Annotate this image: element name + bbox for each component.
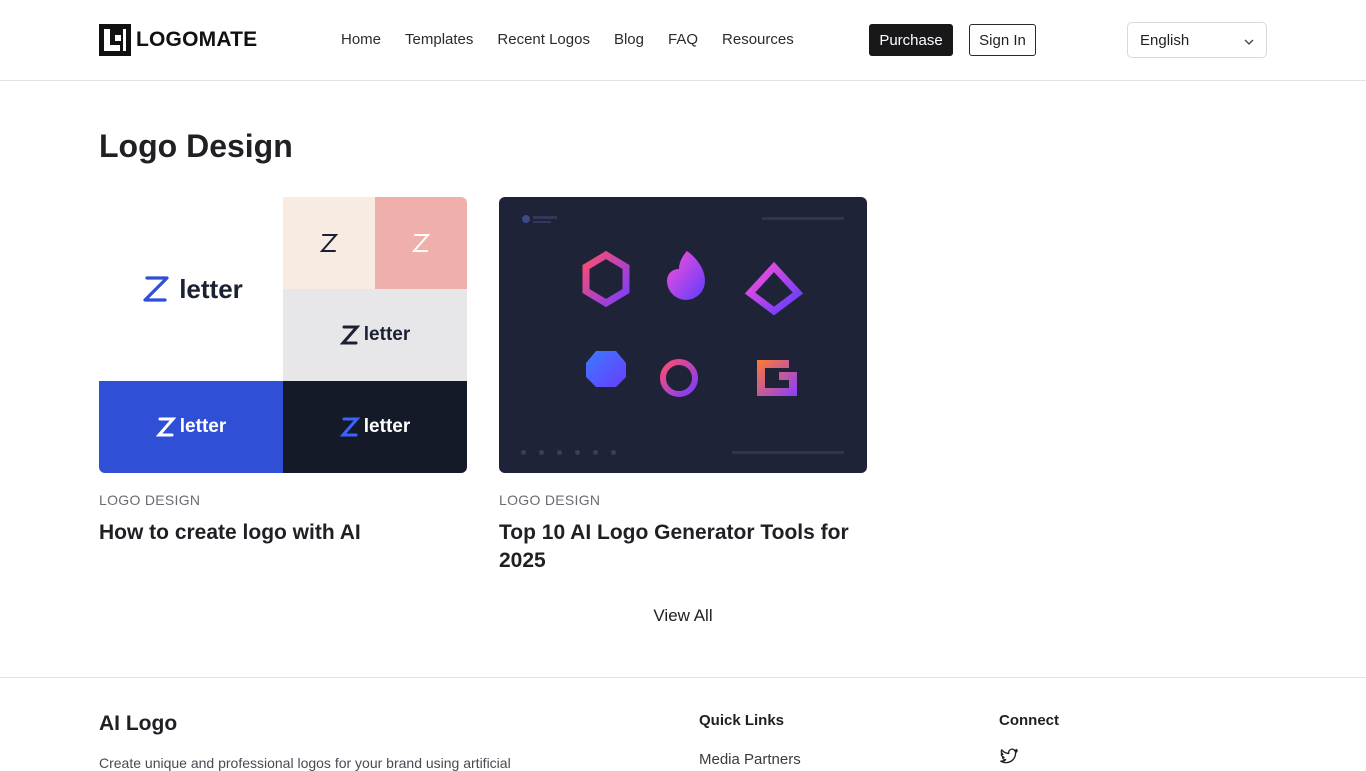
logo-mark-icon [99, 24, 131, 56]
letter-mark-icon [155, 417, 176, 437]
article-card[interactable]: LOGO DESIGN Top 10 AI Logo Generator Too… [499, 197, 867, 575]
article-card[interactable]: letter letter letter letter LOGO DESIGN … [99, 197, 467, 547]
brand-name: LOGOMATE [136, 28, 258, 51]
letter-mark-icon [339, 325, 360, 345]
section-title: Logo Design [99, 128, 293, 164]
letter-wordmark: letter [179, 416, 227, 437]
pagination-dots [521, 450, 616, 455]
article-category[interactable]: LOGO DESIGN [499, 491, 867, 509]
letter-mark-icon [411, 234, 431, 252]
nav-resources[interactable]: Resources [722, 30, 794, 50]
nav-templates[interactable]: Templates [405, 30, 473, 50]
nav-home[interactable]: Home [341, 30, 381, 50]
article-thumbnail[interactable]: letter letter letter letter [99, 197, 467, 473]
site-footer: AI Logo Create unique and professional l… [0, 677, 1366, 771]
footer-description: Create unique and professional logos for… [99, 755, 511, 771]
footer-brand: AI Logo [99, 712, 178, 735]
letter-wordmark: letter [363, 416, 411, 437]
view-all-link[interactable]: View All [0, 606, 1366, 626]
grey-panel: letter [283, 289, 467, 381]
letter-mark-icon [143, 276, 169, 302]
article-category[interactable]: LOGO DESIGN [99, 491, 467, 509]
nav-blog[interactable]: Blog [614, 30, 644, 50]
view-all-label[interactable]: View All [653, 606, 712, 625]
letter-logo-white-panel: letter [99, 197, 283, 381]
sign-in-button[interactable]: Sign In [969, 24, 1036, 56]
footer-link-media-partners[interactable]: Media Partners [699, 751, 801, 768]
letter-mark-icon [339, 417, 360, 437]
letter-mark-icon [319, 234, 339, 252]
article-thumbnail[interactable] [499, 197, 867, 473]
dark-panel: letter [283, 381, 467, 473]
pink-swatch [375, 197, 467, 289]
language-select[interactable]: English [1127, 22, 1267, 58]
main-nav: Home Templates Recent Logos Blog FAQ Res… [341, 30, 794, 50]
cream-swatch [283, 197, 375, 289]
language-value: English [1140, 31, 1190, 49]
gradient-logos-grid [522, 215, 844, 454]
site-header: LOGOMATE Home Templates Recent Logos Blo… [0, 0, 1366, 81]
blue-panel: letter [99, 381, 283, 473]
quick-links-title: Quick Links [699, 712, 785, 729]
purchase-button[interactable]: Purchase [869, 24, 953, 56]
article-title[interactable]: How to create logo with AI [99, 519, 467, 547]
letter-wordmark: letter [363, 324, 411, 345]
brand-logo[interactable]: LOGOMATE [99, 24, 257, 56]
chevron-down-icon [1244, 32, 1254, 49]
nav-faq[interactable]: FAQ [668, 30, 698, 50]
article-title[interactable]: Top 10 AI Logo Generator Tools for 2025 [499, 519, 867, 575]
connect-title: Connect [999, 712, 1059, 729]
nav-recent-logos[interactable]: Recent Logos [497, 30, 590, 50]
letter-wordmark: letter [179, 273, 243, 304]
